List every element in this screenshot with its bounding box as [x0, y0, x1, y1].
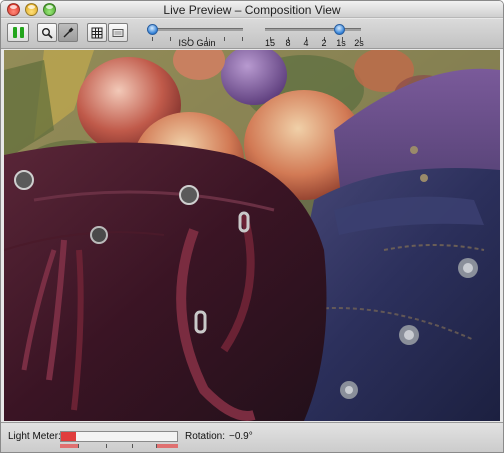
window-title: Live Preview – Composition View	[163, 3, 341, 17]
shutter-label-4: 4	[303, 38, 309, 48]
rotation-value: −0.9°	[229, 431, 253, 442]
camera-preview-photo	[4, 50, 500, 421]
status-bar: Light Meter: Rotation: −0.9°	[1, 422, 503, 452]
toolbar: ISO Gain 15 8 4 2 1s 2s	[1, 19, 503, 49]
iso-gain-label: ISO Gain	[178, 38, 216, 48]
frame-icon	[112, 28, 124, 37]
title-bar[interactable]: Live Preview – Composition View	[1, 1, 503, 18]
live-preview-window: Live Preview – Composition View ISO Gain…	[0, 0, 504, 453]
light-meter-ticks	[60, 444, 178, 448]
light-meter	[60, 431, 178, 442]
grid-overlay-button[interactable]	[87, 23, 107, 42]
shutter-label-8: 8	[285, 38, 291, 48]
pause-icon	[12, 27, 24, 38]
iso-gain-knob[interactable]	[147, 24, 158, 35]
iso-gain-track	[147, 28, 243, 31]
shutter-label-1s: 1s	[336, 38, 346, 48]
eyedropper-icon	[63, 27, 74, 37]
shutter-knob[interactable]	[334, 24, 345, 35]
eyedropper-tool-button[interactable]	[58, 23, 78, 42]
shutter-label-2: 2	[321, 38, 327, 48]
pause-button[interactable]	[7, 23, 29, 42]
light-meter-label: Light Meter:	[8, 431, 61, 442]
shutter-track	[265, 28, 361, 31]
grid-icon	[91, 27, 103, 38]
magnifier-icon	[42, 27, 53, 39]
rotation-label: Rotation:	[185, 431, 226, 442]
shutter-label-2s: 2s	[354, 38, 364, 48]
frame-overlay-button[interactable]	[108, 23, 128, 42]
light-meter-fill	[61, 432, 76, 441]
live-preview-image[interactable]	[4, 50, 500, 421]
zoom-tool-button[interactable]	[37, 23, 57, 42]
shutter-label-15: 15	[264, 38, 275, 48]
